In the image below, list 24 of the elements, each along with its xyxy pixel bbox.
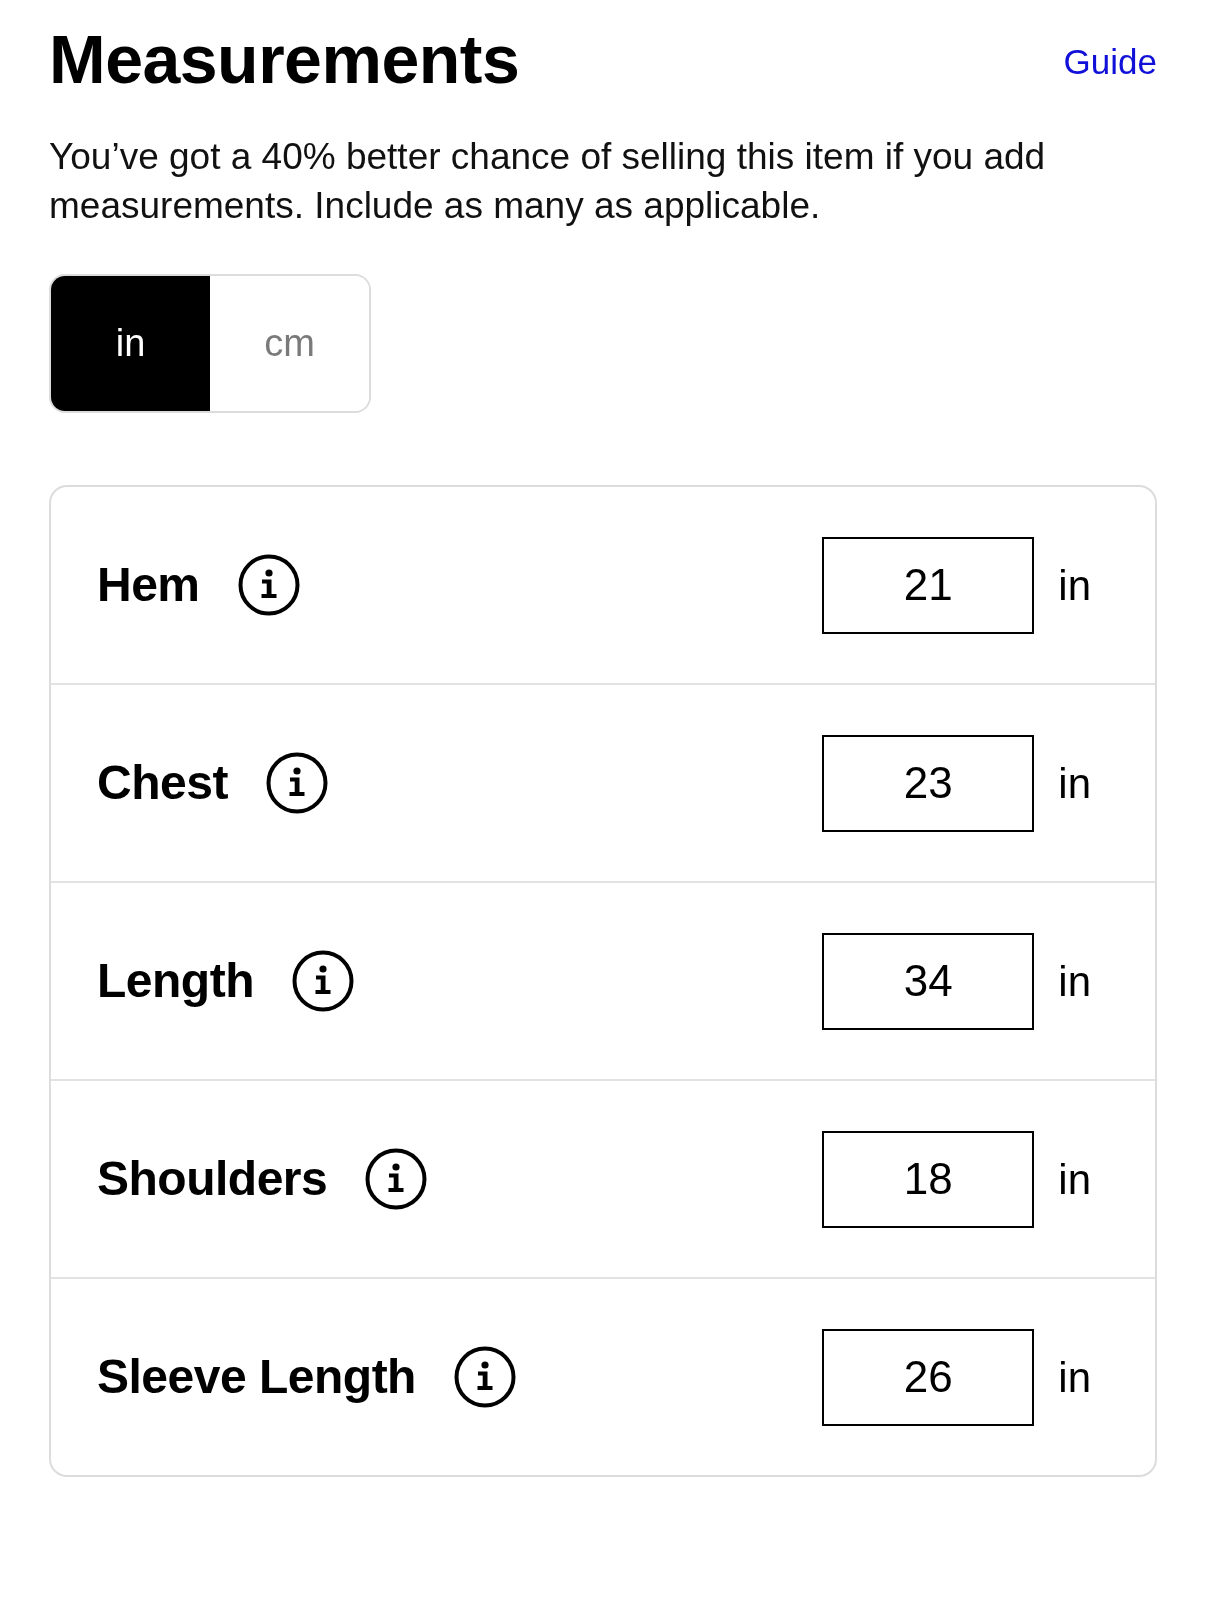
measurement-input[interactable]: 23 <box>822 734 1035 832</box>
measurement-input[interactable]: 34 <box>822 932 1035 1030</box>
measurement-input[interactable]: 21 <box>822 536 1035 634</box>
measurement-label: Hem <box>97 557 200 613</box>
info-icon[interactable] <box>265 752 328 814</box>
unit-tab[interactable]: in <box>51 276 210 411</box>
unit-label: in <box>1058 758 1091 809</box>
unit-label: in <box>1058 956 1091 1007</box>
unit-label: in <box>1058 560 1091 611</box>
guide-link[interactable]: Guide <box>1063 40 1157 84</box>
measurement-label: Shoulders <box>97 1151 328 1207</box>
info-icon[interactable] <box>453 1346 516 1408</box>
info-icon[interactable] <box>237 554 300 616</box>
description-text: You’ve got a 40% better chance of selling this item if you add measurements. Include as many as applicable. <box>49 135 1047 228</box>
measurement-label: Chest <box>97 755 228 811</box>
measurement-input[interactable]: 26 <box>822 1328 1035 1426</box>
info-icon[interactable] <box>291 950 354 1012</box>
info-icon[interactable] <box>365 1148 428 1210</box>
page-title: Measurements <box>49 22 520 96</box>
measurement-label: Length <box>97 953 254 1009</box>
unit-label: in <box>1058 1154 1091 1205</box>
unit-label: in <box>1058 1352 1091 1403</box>
measurement-label: Sleeve Length <box>97 1349 416 1405</box>
measurement-input[interactable]: 18 <box>822 1130 1035 1228</box>
